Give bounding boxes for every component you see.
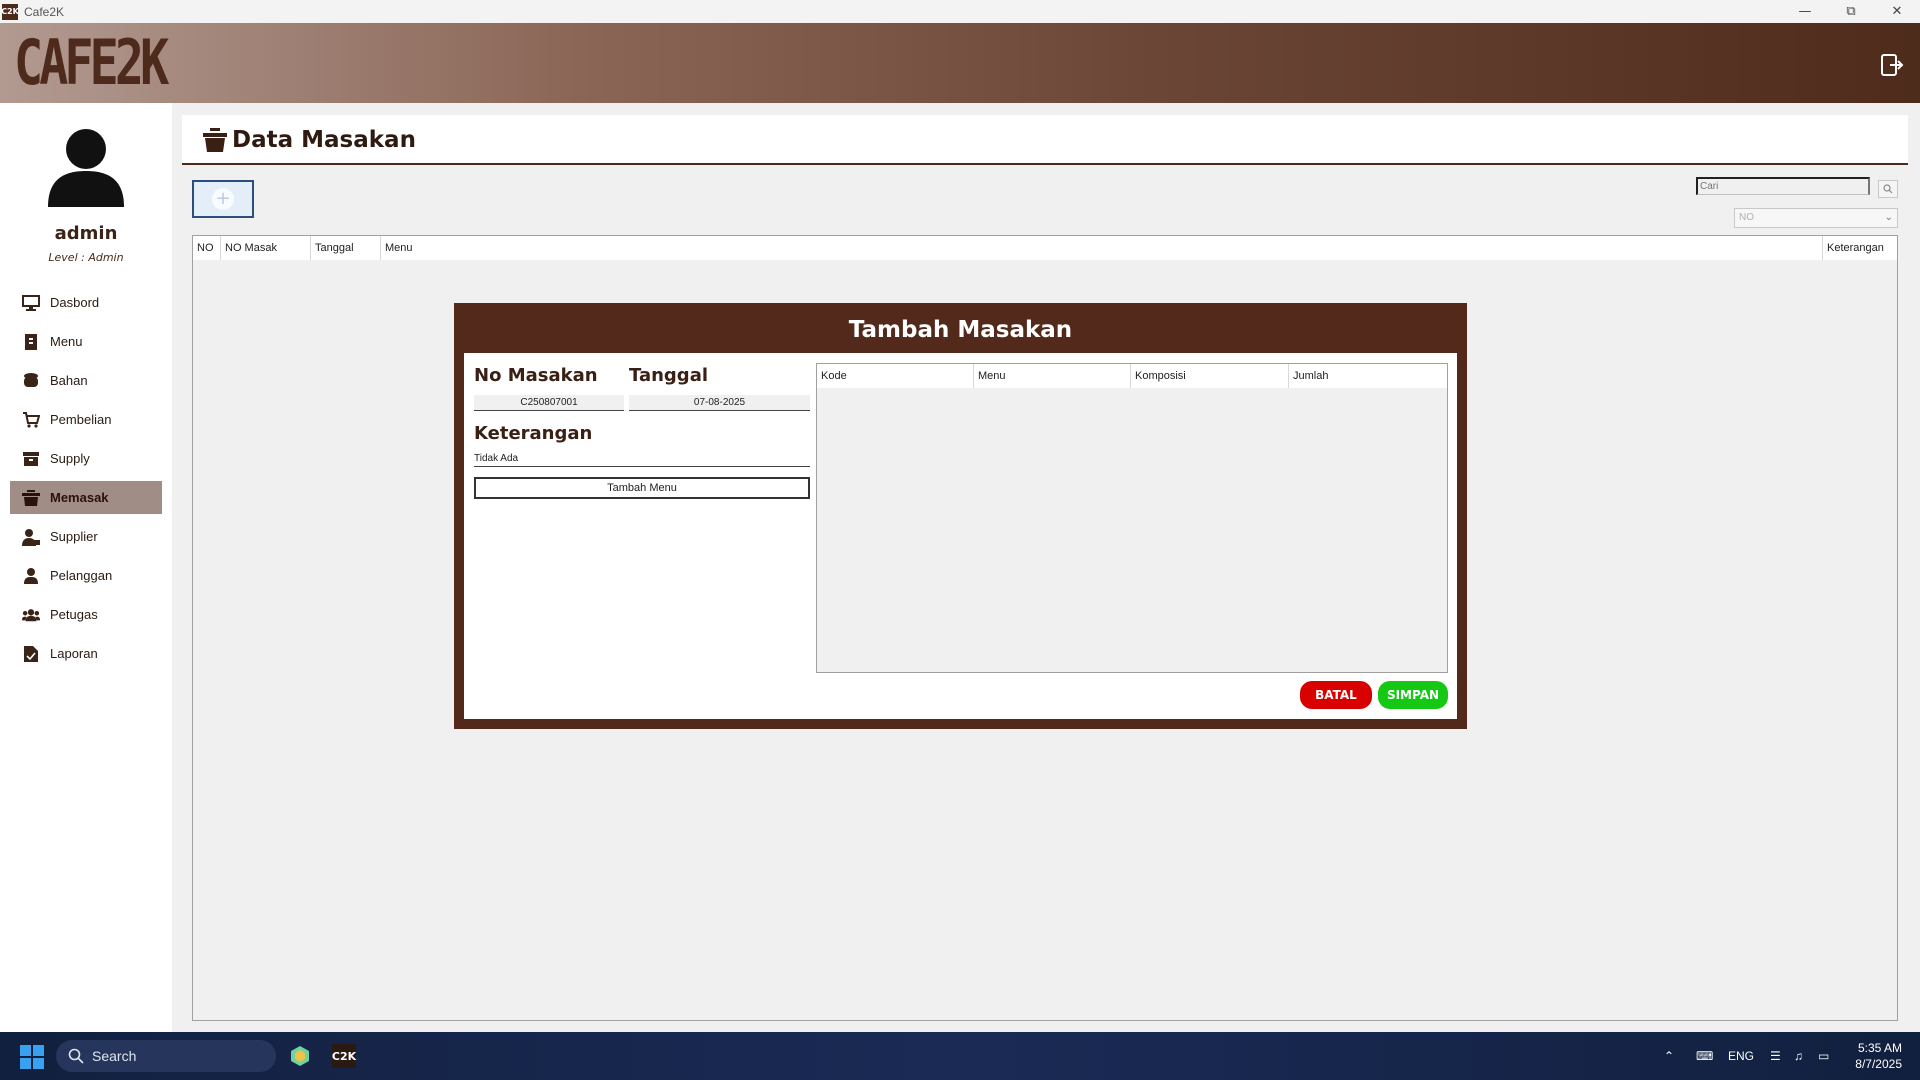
search-icon (1883, 184, 1893, 194)
sidebar-item-laporan[interactable]: Laporan (10, 637, 162, 670)
close-button[interactable]: ✕ (1874, 0, 1920, 23)
sidebar-item-dasbord[interactable]: Dasbord (10, 286, 162, 319)
filter-select-value: NO (1739, 212, 1754, 223)
search-button[interactable] (1878, 180, 1898, 198)
wifi-icon[interactable]: ☰ (1770, 1032, 1781, 1080)
taskbar: Search C2K ⌃ ⌨ ENG ☰ ♫ ▭ 5:35 AM 8/7/202… (0, 1032, 1920, 1080)
column-header[interactable]: Keterangan (1823, 236, 1897, 260)
start-button[interactable] (20, 1045, 44, 1069)
no-masakan-label: No Masakan (474, 365, 598, 386)
add-button[interactable]: + (192, 180, 254, 218)
user-tie-icon (22, 528, 40, 546)
sidebar-item-label: Laporan (50, 646, 98, 661)
plus-icon: + (212, 188, 234, 210)
logout-icon[interactable] (1880, 53, 1904, 77)
volume-icon[interactable]: ♫ (1794, 1032, 1803, 1080)
column-header[interactable]: Menu (974, 364, 1131, 388)
taskbar-clock[interactable]: 5:35 AM 8/7/2025 (1855, 1040, 1902, 1072)
report-icon (22, 645, 40, 663)
pot-icon (203, 128, 227, 152)
sidebar-item-label: Supply (50, 451, 90, 466)
box-icon (22, 450, 40, 468)
sidebar-item-label: Memasak (50, 490, 109, 505)
column-header[interactable]: NO Masak (221, 236, 311, 260)
users-icon (22, 606, 40, 624)
sidebar-item-label: Menu (50, 334, 83, 349)
table-header: NO NO Masak Tanggal Menu Keterangan (193, 236, 1897, 260)
column-header[interactable]: NO (193, 236, 221, 260)
column-header[interactable]: Menu (381, 236, 1823, 260)
sidebar-item-menu[interactable]: Menu (10, 325, 162, 358)
sidebar-item-label: Dasbord (50, 295, 100, 310)
app-header: CAFE2K (0, 23, 1920, 103)
minimize-button[interactable]: — (1782, 0, 1828, 23)
tambah-masakan-dialog: Tambah Masakan No Masakan C250807001 Tan… (454, 303, 1467, 729)
clock-time: 5:35 AM (1857, 1041, 1902, 1055)
battery-icon[interactable]: ▭ (1818, 1032, 1829, 1080)
komposisi-table: Kode Menu Komposisi Jumlah (816, 363, 1448, 673)
sidebar-item-label: Supplier (50, 529, 98, 544)
chevron-down-icon: ⌄ (1884, 212, 1893, 223)
user-level: Level : Admin (48, 251, 124, 264)
column-header[interactable]: Kode (817, 364, 974, 388)
column-header[interactable]: Komposisi (1131, 364, 1289, 388)
sidebar-item-pelanggan[interactable]: Pelanggan (10, 559, 162, 592)
search-icon (68, 1048, 84, 1064)
batal-button[interactable]: BATAL (1300, 681, 1372, 709)
tray-chevron-icon[interactable]: ⌃ (1664, 1032, 1674, 1080)
window-title: Cafe2K (24, 4, 65, 19)
tambah-menu-button[interactable]: Tambah Menu (474, 477, 810, 499)
user-icon (22, 567, 40, 585)
column-header[interactable]: Jumlah (1289, 364, 1447, 388)
keterangan-field[interactable]: Tidak Ada (474, 451, 810, 467)
table-header: Kode Menu Komposisi Jumlah (817, 364, 1447, 388)
filter-select[interactable]: NO ⌄ (1734, 208, 1898, 228)
sidebar-item-petugas[interactable]: Petugas (10, 598, 162, 631)
tanggal-label: Tanggal (629, 365, 709, 386)
sidebar: admin Level : Admin Dasbord Menu Bahan P… (0, 103, 172, 1032)
clock-date: 8/7/2025 (1855, 1057, 1902, 1071)
sidebar-nav: Dasbord Menu Bahan Pembelian Supply Mema… (10, 286, 162, 676)
column-header[interactable]: Tanggal (311, 236, 381, 260)
sack-icon (22, 372, 40, 390)
book-icon (22, 333, 40, 351)
search-input[interactable] (1696, 177, 1870, 195)
sidebar-item-label: Bahan (50, 373, 88, 388)
keterangan-label: Keterangan (474, 423, 593, 444)
tanggal-field[interactable]: 07-08-2025 (629, 395, 810, 411)
pot-icon (22, 489, 40, 507)
avatar-icon (48, 129, 124, 207)
restore-button[interactable]: ⧉ (1828, 0, 1874, 23)
cart-icon (22, 411, 40, 429)
sidebar-item-label: Pembelian (50, 412, 112, 427)
sidebar-item-memasak[interactable]: Memasak (10, 481, 162, 514)
sidebar-item-label: Pelanggan (50, 568, 113, 583)
no-masakan-field[interactable]: C250807001 (474, 395, 624, 411)
copilot-app-icon[interactable] (284, 1040, 316, 1072)
sidebar-item-bahan[interactable]: Bahan (10, 364, 162, 397)
username: admin (54, 223, 118, 244)
taskbar-search[interactable]: Search (56, 1040, 276, 1072)
app-icon: C2K (1, 3, 19, 20)
dialog-title: Tambah Masakan (848, 317, 1073, 343)
monitor-icon (22, 294, 40, 312)
page-header: Data Masakan (182, 115, 1908, 165)
taskbar-search-label: Search (92, 1048, 137, 1064)
dialog-body: No Masakan C250807001 Tanggal 07-08-2025… (464, 353, 1457, 719)
cafe2k-app-icon[interactable]: C2K (328, 1040, 360, 1072)
app-logo: CAFE2K (14, 26, 169, 99)
window-titlebar: C2K Cafe2K — ⧉ ✕ (0, 0, 1920, 23)
simpan-button[interactable]: SIMPAN (1378, 681, 1448, 709)
sidebar-item-label: Petugas (50, 607, 98, 622)
keyboard-icon[interactable]: ⌨ (1696, 1032, 1713, 1080)
sidebar-item-supplier[interactable]: Supplier (10, 520, 162, 553)
sidebar-item-pembelian[interactable]: Pembelian (10, 403, 162, 436)
language-indicator[interactable]: ENG (1728, 1032, 1754, 1080)
cafe2k-taskbar-icon: C2K (332, 1044, 356, 1068)
page-title: Data Masakan (232, 127, 416, 153)
sidebar-item-supply[interactable]: Supply (10, 442, 162, 475)
